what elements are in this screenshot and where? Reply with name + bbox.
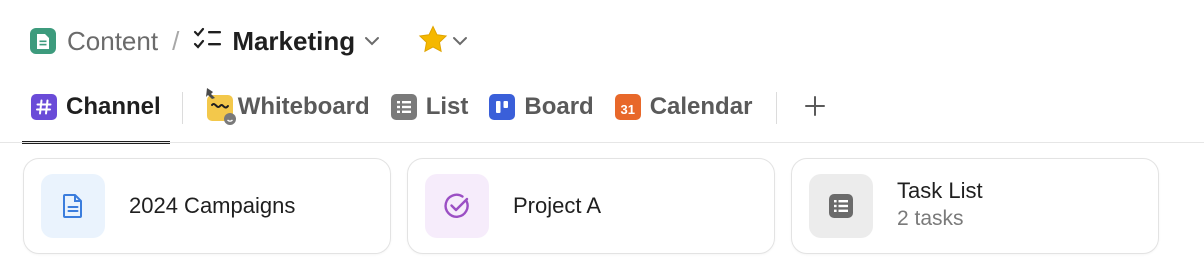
card-title: Task List <box>897 178 983 203</box>
view-tabs: Channel Whiteboard List Board 31 Calenda… <box>22 84 831 144</box>
card-title: 2024 Campaigns <box>129 193 296 218</box>
breadcrumb: Content / Marketing <box>30 22 468 60</box>
chevron-down-icon[interactable] <box>364 36 380 46</box>
add-view-button[interactable] <box>799 92 831 124</box>
tab-divider <box>181 92 183 124</box>
tab-divider <box>776 92 778 124</box>
star-icon <box>418 24 448 58</box>
favorite-button[interactable] <box>418 24 468 58</box>
plus-icon <box>804 95 826 122</box>
chevron-down-icon[interactable] <box>452 36 468 46</box>
card-title: Project A <box>513 193 602 218</box>
card-subtitle: 2 tasks <box>897 207 964 230</box>
document-icon <box>41 174 105 238</box>
board-icon <box>489 94 516 120</box>
tab-channel[interactable]: Channel <box>22 84 170 144</box>
list-icon <box>390 94 417 120</box>
breadcrumb-separator: / <box>172 25 180 56</box>
tab-calendar[interactable]: 31 Calendar <box>614 84 753 144</box>
card-task-list[interactable]: Task List 2 tasks <box>791 158 1159 254</box>
breadcrumb-current-list[interactable]: Marketing <box>193 26 380 57</box>
breadcrumb-space[interactable]: Content <box>67 26 158 57</box>
document-icon <box>30 28 56 54</box>
page-title: Marketing <box>232 25 356 56</box>
tab-whiteboard[interactable]: Whiteboard <box>203 84 370 144</box>
tab-label: Channel <box>66 93 161 120</box>
list-icon <box>809 174 873 238</box>
calendar-day: 31 <box>620 101 635 117</box>
card-2024-campaigns[interactable]: 2024 Campaigns <box>23 158 391 254</box>
tab-label: Board <box>524 93 594 120</box>
tab-label: List <box>425 93 469 120</box>
tab-label: Whiteboard <box>237 93 370 120</box>
hash-icon <box>31 94 57 120</box>
calendar-icon: 31 <box>614 94 641 120</box>
tab-board[interactable]: Board <box>489 84 594 144</box>
check-circle-icon <box>425 174 489 238</box>
card-project-a[interactable]: Project A <box>407 158 775 254</box>
whiteboard-icon <box>203 86 236 125</box>
tab-label: Calendar <box>649 93 753 120</box>
tab-list[interactable]: List <box>390 84 469 144</box>
tabs-divider-line <box>0 142 1204 143</box>
checklist-icon <box>193 27 223 56</box>
